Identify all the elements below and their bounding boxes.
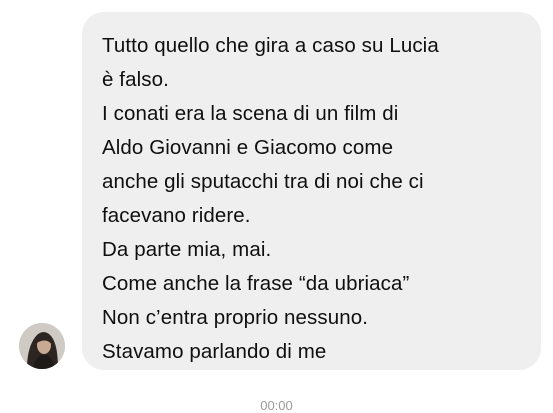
message-line: Non c’entra proprio nessuno.	[102, 306, 369, 329]
sender-avatar[interactable]	[19, 323, 65, 369]
message-line: è falso.	[102, 68, 169, 91]
message-line: Aldo Giovanni e Giacomo come	[102, 136, 394, 159]
message-line: Come anche la frase “da ubriaca”	[102, 272, 410, 295]
message-line: anche gli sputacchi tra di noi che ci	[102, 170, 424, 193]
message-line: Stavamo parlando di me	[102, 340, 327, 363]
message-line: facevano ridere.	[102, 204, 251, 227]
message-bubble[interactable]: Tutto quello che gira a caso su Lucia è …	[82, 12, 541, 370]
message-line: Da parte mia, mai.	[102, 238, 272, 261]
message-line: I conati era la scena di un film di	[102, 102, 399, 125]
message-timestamp: 00:00	[260, 398, 293, 413]
message-line: Tutto quello che gira a caso su Lucia	[102, 34, 439, 57]
profile-photo-icon	[19, 323, 65, 369]
